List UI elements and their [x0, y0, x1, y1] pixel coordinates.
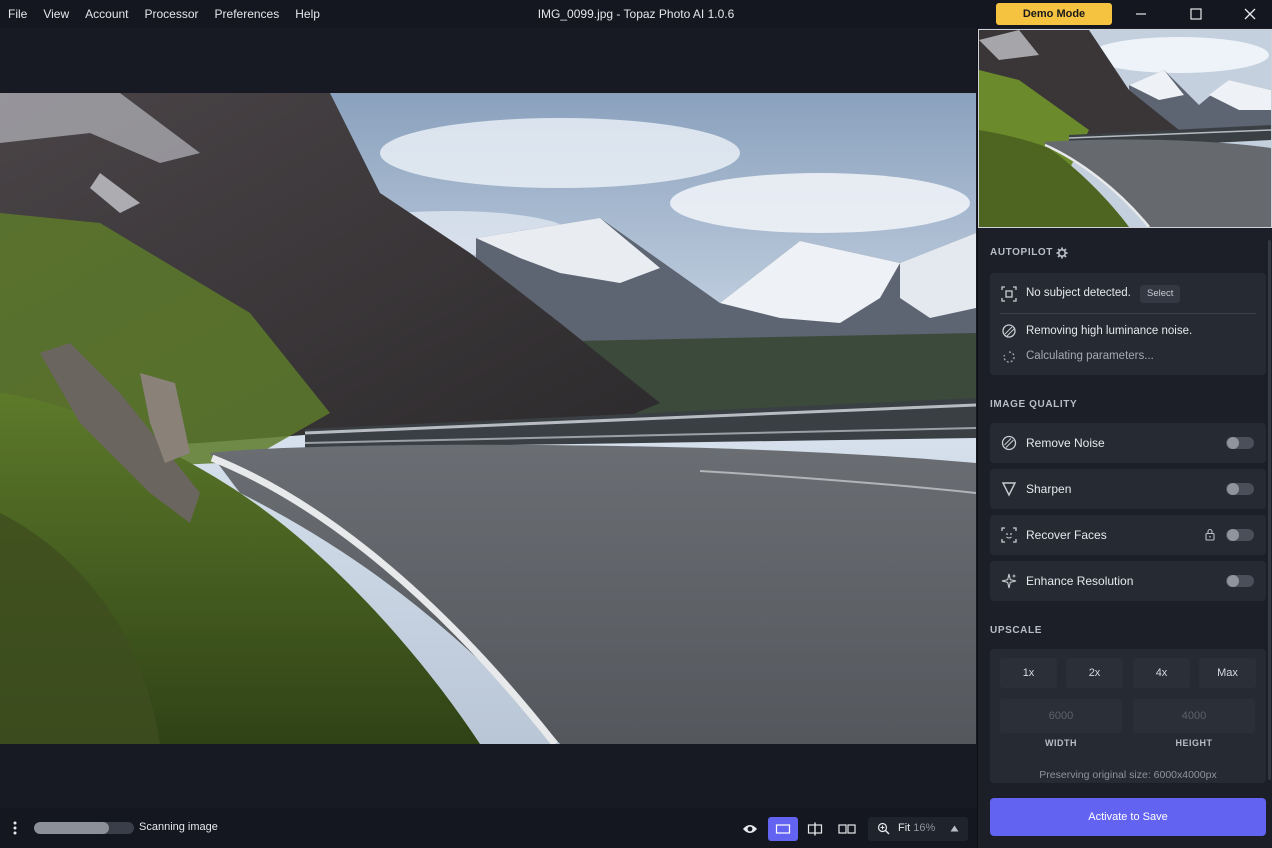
menu-bar: File View Account Processor Preferences … [0, 0, 328, 28]
menu-file[interactable]: File [0, 0, 35, 28]
zoom-fit-label: Fit [898, 822, 911, 834]
scale-4x-button[interactable]: 4x [1133, 658, 1190, 688]
upscale-title: UPSCALE [990, 625, 1042, 636]
spinner-icon [1003, 351, 1015, 363]
landscape-photo [0, 93, 976, 744]
enhance-resolution-row[interactable]: Enhance Resolution [990, 561, 1266, 601]
calc-status: Calculating parameters... [1026, 350, 1154, 362]
scan-progress-bar [34, 822, 134, 834]
navigator-thumbnail[interactable] [978, 29, 1272, 228]
minimize-icon [1136, 13, 1146, 15]
right-panel: AUTOPILOT No subject detected. Select Re… [977, 28, 1272, 848]
menu-preferences[interactable]: Preferences [207, 0, 288, 28]
single-view-button[interactable] [768, 817, 798, 841]
zoom-control[interactable]: Fit 16% [868, 817, 968, 841]
demo-mode-button[interactable]: Demo Mode [996, 3, 1112, 25]
width-input[interactable]: 6000 [1000, 699, 1122, 733]
panel-scrollbar[interactable] [1268, 240, 1271, 780]
scale-2x-button[interactable]: 2x [1066, 658, 1123, 688]
remove-noise-label: Remove Noise [1026, 436, 1105, 450]
close-icon [1244, 8, 1256, 20]
autopilot-divider [1000, 313, 1256, 314]
split-view-icon [807, 822, 823, 836]
side-by-side-icon [838, 824, 856, 834]
status-bar: Scanning image Fit 16% [0, 808, 977, 848]
more-options-icon[interactable] [10, 820, 20, 836]
recover-faces-toggle[interactable] [1226, 529, 1254, 541]
autopilot-title-text: AUTOPILOT [990, 247, 1053, 258]
title-bar: File View Account Processor Preferences … [0, 0, 1272, 28]
close-button[interactable] [1227, 0, 1272, 28]
select-subject-button[interactable]: Select [1140, 285, 1181, 303]
menu-help[interactable]: Help [287, 0, 328, 28]
enhance-resolution-toggle[interactable] [1226, 575, 1254, 587]
scale-max-button[interactable]: Max [1199, 658, 1256, 688]
split-view-button[interactable] [800, 817, 830, 841]
activate-to-save-button[interactable]: Activate to Save [990, 798, 1266, 836]
enhance-resolution-icon [1001, 573, 1017, 589]
single-view-icon [775, 824, 791, 834]
sharpen-toggle[interactable] [1226, 483, 1254, 495]
image-quality-title: IMAGE QUALITY [990, 399, 1078, 410]
zoom-percent: 16% [913, 822, 936, 834]
preview-toggle-button[interactable] [735, 817, 765, 841]
autopilot-card: No subject detected. Select Removing hig… [990, 273, 1266, 375]
subject-detect-icon [1001, 286, 1017, 302]
noise-icon [1002, 324, 1016, 338]
subject-status: No subject detected. [1026, 287, 1131, 299]
scan-progress-fill [34, 822, 109, 834]
maximize-icon [1190, 8, 1202, 20]
zoom-readout: Fit 16% [898, 822, 935, 834]
enhance-resolution-label: Enhance Resolution [1026, 574, 1134, 588]
image-canvas[interactable] [0, 28, 977, 808]
minimize-button[interactable] [1118, 0, 1164, 28]
scan-status-text: Scanning image [139, 821, 218, 833]
sharpen-row[interactable]: Sharpen [990, 469, 1266, 509]
remove-noise-icon [1001, 435, 1017, 451]
height-input[interactable]: 4000 [1133, 699, 1255, 733]
eye-icon [743, 825, 757, 833]
menu-processor[interactable]: Processor [137, 0, 207, 28]
photo-preview[interactable] [0, 93, 976, 744]
recover-faces-icon [1001, 527, 1017, 543]
navigator-image [979, 30, 1271, 227]
menu-account[interactable]: Account [77, 0, 136, 28]
remove-noise-row[interactable]: Remove Noise [990, 423, 1266, 463]
noise-status: Removing high luminance noise. [1026, 325, 1193, 337]
zoom-icon [877, 822, 890, 835]
width-label: WIDTH [1045, 738, 1077, 748]
scale-1x-button[interactable]: 1x [1000, 658, 1057, 688]
height-label: HEIGHT [1175, 738, 1213, 748]
remove-noise-toggle[interactable] [1226, 437, 1254, 449]
recover-faces-label: Recover Faces [1026, 528, 1107, 542]
side-by-side-view-button[interactable] [832, 817, 862, 841]
preserve-size-text: Preserving original size: 6000x4000px [1039, 769, 1217, 781]
sharpen-label: Sharpen [1026, 482, 1072, 496]
gear-icon[interactable] [1056, 247, 1068, 259]
sharpen-icon [1001, 482, 1017, 497]
maximize-button[interactable] [1173, 0, 1219, 28]
lock-icon [1205, 528, 1215, 541]
recover-faces-row[interactable]: Recover Faces [990, 515, 1266, 555]
autopilot-title: AUTOPILOT [990, 247, 1053, 258]
menu-view[interactable]: View [35, 0, 77, 28]
chevron-up-icon[interactable] [950, 825, 959, 832]
